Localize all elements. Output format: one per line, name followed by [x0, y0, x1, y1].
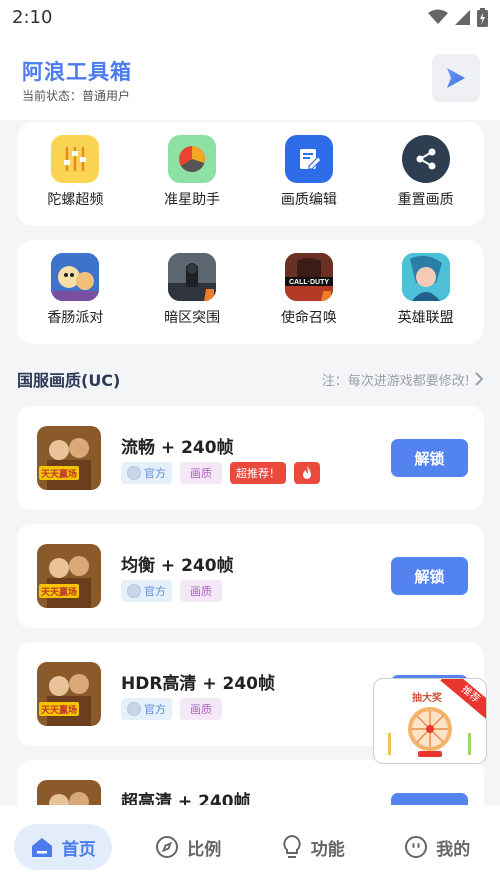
- section-header: 国服画质(UC) 注：每次进游戏都要修改!: [17, 367, 484, 391]
- game-label: 英雄联盟: [397, 310, 454, 326]
- bottom-nav: 首页 比例 功能 我的: [0, 805, 500, 889]
- prize-wheel-icon: [388, 707, 471, 757]
- official-tag-label: 官方: [144, 467, 166, 480]
- nav-label: 首页: [61, 839, 96, 860]
- tool-quality-edit[interactable]: 画质编辑: [254, 135, 364, 209]
- nav-label: 我的: [436, 839, 471, 860]
- user-status-value: 普通用户: [82, 89, 131, 103]
- cod-logo-text: CALL·DUTY: [289, 279, 329, 286]
- list-item: 天天赢场 均衡 + 240帧 官方 画质 解锁: [17, 524, 484, 628]
- official-tag: 官方: [121, 580, 172, 602]
- game-arena-breakout[interactable]: 暗区突围: [137, 253, 247, 327]
- ad-title: 抽大奖: [412, 693, 442, 704]
- status-bar: 2:10: [0, 0, 500, 34]
- nav-features[interactable]: 功能: [265, 824, 361, 870]
- game-call-of-duty[interactable]: CALL·DUTY 使命召唤: [254, 253, 364, 327]
- nav-ratio[interactable]: 比例: [139, 824, 237, 870]
- battery-icon: [477, 7, 488, 27]
- game-league-of-legends[interactable]: 英雄联盟: [371, 253, 481, 327]
- tool-label: 重置画质: [397, 192, 454, 208]
- unlock-button[interactable]: 解锁: [391, 557, 468, 595]
- pie-chart-icon: [168, 135, 217, 183]
- share-icon: [401, 135, 450, 183]
- edit-document-icon: [284, 135, 333, 183]
- sausage-party-icon: [51, 253, 100, 301]
- thumbnail-text: 天天赢场: [41, 704, 77, 716]
- list-item: 天天赢场 流畅 + 240帧 官方 画质 超推荐！ 解锁: [17, 406, 484, 510]
- quality-tag: 画质: [180, 462, 222, 484]
- item-title: 流畅 + 240帧: [121, 438, 234, 458]
- game-thumbnail: 天天赢场: [37, 426, 101, 490]
- nav-mine[interactable]: 我的: [388, 824, 486, 870]
- equalizer-icon: [51, 135, 100, 183]
- official-tag: 官方: [121, 698, 172, 720]
- thumbnail-text: 天天赢场: [41, 468, 77, 480]
- tool-label: 陀螺超频: [47, 192, 104, 208]
- nav-label: 比例: [187, 839, 222, 860]
- compass-icon: [156, 836, 179, 858]
- user-status: 当前状态：普通用户: [22, 87, 130, 104]
- fire-icon: [294, 462, 320, 484]
- play-button[interactable]: [432, 54, 480, 102]
- chevron-right-icon: [475, 372, 484, 386]
- status-time: 2:10: [12, 6, 53, 28]
- section-note-text: 注：每次进游戏都要修改!: [321, 373, 470, 389]
- home-icon: [31, 838, 52, 857]
- item-title: 均衡 + 240帧: [121, 556, 234, 576]
- face-icon: [405, 836, 428, 858]
- app-title: 阿浪工具箱: [22, 60, 132, 84]
- nav-home[interactable]: 首页: [13, 824, 112, 870]
- tool-crosshair-helper[interactable]: 准星助手: [137, 135, 247, 209]
- game-label: 香肠派对: [47, 310, 104, 326]
- wifi-icon: [428, 9, 448, 24]
- league-of-legends-icon: [401, 253, 450, 301]
- game-label: 使命召唤: [280, 310, 337, 326]
- cell-signal-icon: [455, 9, 470, 25]
- call-of-duty-icon: CALL·DUTY: [284, 253, 333, 301]
- tools-card: 陀螺超频 准星助手 画质编辑 重置画质: [17, 122, 484, 226]
- game-thumbnail: 天天赢场: [37, 662, 101, 726]
- section-note[interactable]: 注：每次进游戏都要修改!: [322, 370, 484, 389]
- unlock-button[interactable]: 解锁: [391, 439, 468, 477]
- tool-label: 画质编辑: [280, 192, 337, 208]
- quality-tag: 画质: [180, 580, 222, 602]
- arena-breakout-icon: [168, 253, 217, 301]
- user-status-label: 当前状态：: [22, 89, 83, 103]
- item-title: HDR高清 + 240帧: [121, 674, 275, 694]
- thumbnail-text: 天天赢场: [41, 586, 77, 598]
- official-tag-label: 官方: [144, 703, 166, 716]
- play-icon: [447, 68, 465, 88]
- official-tag: 官方: [121, 462, 172, 484]
- lottery-float-ad[interactable]: 抽大奖 推荐: [373, 678, 487, 764]
- app-header: 阿浪工具箱 当前状态：普通用户: [0, 34, 500, 120]
- game-thumbnail: 天天赢场: [37, 544, 101, 608]
- tool-label: 准星助手: [164, 192, 221, 208]
- status-icons: [428, 7, 488, 27]
- games-card: 香肠派对 暗区突围 CALL·DUTY 使命召唤 英雄联盟: [17, 240, 484, 344]
- recommend-tag: 超推荐！: [230, 462, 286, 484]
- game-label: 暗区突围: [164, 310, 221, 326]
- avatar-icon: [127, 702, 141, 716]
- official-tag-label: 官方: [144, 585, 166, 598]
- tool-gyro-overclock[interactable]: 陀螺超频: [20, 135, 130, 209]
- avatar-icon: [127, 584, 141, 598]
- tool-reset-quality[interactable]: 重置画质: [371, 135, 481, 209]
- avatar-icon: [127, 466, 141, 480]
- nav-label: 功能: [310, 839, 345, 860]
- lightbulb-icon: [283, 834, 301, 858]
- quality-tag: 画质: [180, 698, 222, 720]
- game-sausage-party[interactable]: 香肠派对: [20, 253, 130, 327]
- section-title: 国服画质(UC): [17, 371, 121, 390]
